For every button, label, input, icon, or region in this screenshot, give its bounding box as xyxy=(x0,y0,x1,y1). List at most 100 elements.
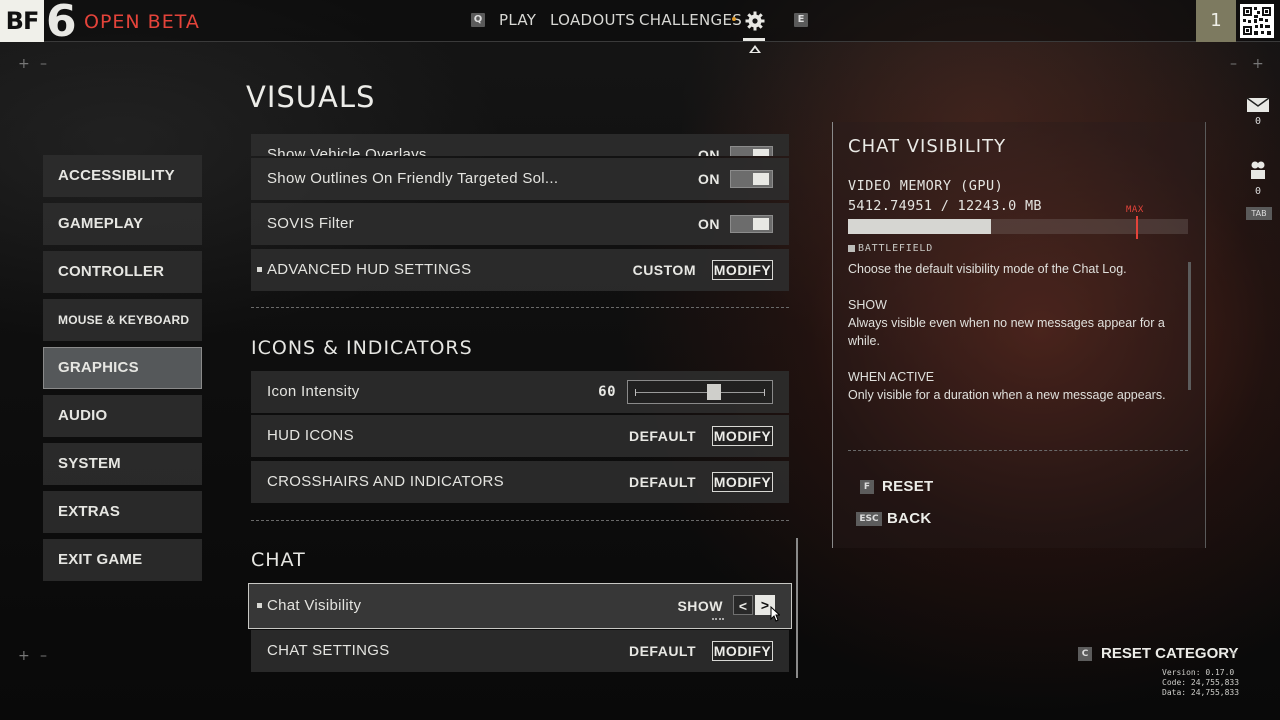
key-hint-tab: TAB xyxy=(1246,207,1272,220)
key-hint-q: Q xyxy=(471,13,485,27)
info-divider xyxy=(848,450,1188,451)
page-title: VISUALS xyxy=(246,80,376,114)
mail-icon[interactable] xyxy=(1246,97,1270,118)
sidebar-item-gameplay[interactable]: GAMEPLAY xyxy=(43,203,202,245)
option-pager-dots xyxy=(712,618,724,620)
toggle-switch[interactable] xyxy=(730,170,773,188)
squad-icon[interactable] xyxy=(1248,160,1268,187)
open-beta-label: OPEN BETA xyxy=(84,11,200,33)
setting-label: CHAT SETTINGS xyxy=(267,642,390,659)
code-text: Code: 24,755,833 xyxy=(1162,678,1240,687)
info-description: Choose the default visibility mode of th… xyxy=(848,262,1127,276)
sidebar-item-label: ACCESSIBILITY xyxy=(58,167,175,184)
setting-label: Show Outlines On Friendly Targeted Sol..… xyxy=(267,170,559,187)
setting-label: CROSSHAIRS AND INDICATORS xyxy=(267,473,504,490)
slider-handle[interactable] xyxy=(707,384,721,400)
memory-max-marker xyxy=(1136,216,1138,239)
info-scrollbar[interactable] xyxy=(1188,262,1191,390)
nav-challenges[interactable]: CHALLENGES xyxy=(639,11,742,29)
video-memory-label: VIDEO MEMORY (GPU) xyxy=(848,178,1004,194)
back-button[interactable]: BACK xyxy=(887,510,932,527)
corner-minus-br: – xyxy=(1230,645,1237,661)
setting-row-sovis-filter[interactable]: SOVIS Filter ON xyxy=(251,203,789,245)
sidebar-item-label: CONTROLLER xyxy=(58,263,165,280)
mouse-cursor-icon xyxy=(770,605,781,627)
date-text: Data: 24,755,833 xyxy=(1162,688,1240,697)
modify-button[interactable]: MODIFY xyxy=(712,260,773,280)
corner-plus-bl: + xyxy=(18,648,30,664)
info-active-text: Only visible for a duration when a new m… xyxy=(848,388,1166,402)
setting-value: DEFAULT xyxy=(628,643,696,659)
reset-category-button[interactable]: RESET CATEGORY xyxy=(1101,645,1239,662)
nav-play[interactable]: PLAY xyxy=(499,11,536,29)
video-memory-value: 5412.74951 / 12243.0 MB xyxy=(848,198,1042,214)
gear-icon[interactable] xyxy=(745,11,765,31)
info-title: CHAT VISIBILITY xyxy=(848,136,1007,157)
sidebar-item-label: MOUSE & KEYBOARD xyxy=(58,313,190,327)
setting-row-advanced-hud[interactable]: ADVANCED HUD SETTINGS CUSTOM MODIFY xyxy=(251,249,789,291)
brand-label: BATTLEFIELD xyxy=(858,243,934,254)
setting-label: Chat Visibility xyxy=(267,597,362,614)
setting-row-vehicle-overlays[interactable]: Show Vehicle Overlays ON xyxy=(251,134,789,156)
sidebar-item-label: GRAPHICS xyxy=(58,359,139,376)
mail-count: 0 xyxy=(1254,116,1262,127)
info-active-heading: WHEN ACTIVE xyxy=(848,370,935,384)
setting-row-hud-icons[interactable]: HUD ICONS DEFAULT MODIFY xyxy=(251,415,789,457)
setting-row-chat-settings[interactable]: CHAT SETTINGS DEFAULT MODIFY xyxy=(251,630,789,672)
setting-row-crosshairs[interactable]: CROSSHAIRS AND INDICATORS DEFAULT MODIFY xyxy=(251,461,789,503)
squad-count: 0 xyxy=(1254,186,1262,197)
sidebar-item-label: SYSTEM xyxy=(58,455,121,472)
key-hint-esc: ESC xyxy=(856,512,882,526)
setting-label: ADVANCED HUD SETTINGS xyxy=(267,261,472,278)
corner-plus-tr: + xyxy=(1252,56,1264,72)
toggle-switch[interactable] xyxy=(730,146,773,156)
game-logo: BF xyxy=(0,0,44,42)
key-hint-f: F xyxy=(860,480,874,494)
modify-button[interactable]: MODIFY xyxy=(712,472,773,492)
setting-row-icon-intensity[interactable]: Icon Intensity 60 xyxy=(251,371,789,413)
setting-value: ON xyxy=(698,216,720,232)
sidebar-item-audio[interactable]: AUDIO xyxy=(43,395,202,437)
version-text: Version: 0.17.0 xyxy=(1162,668,1235,677)
active-tab-indicator xyxy=(743,38,765,41)
setting-value: 60 xyxy=(598,384,616,400)
corner-minus-tl: – xyxy=(40,56,47,72)
slider-max-tick xyxy=(764,389,765,396)
chevron-left-icon[interactable]: < xyxy=(733,595,753,615)
setting-value: DEFAULT xyxy=(628,474,696,490)
info-show-heading: SHOW xyxy=(848,298,887,312)
setting-label: HUD ICONS xyxy=(267,427,354,444)
sidebar-item-label: GAMEPLAY xyxy=(58,215,144,232)
bullet-icon xyxy=(257,603,262,608)
corner-plus-tl: + xyxy=(18,56,30,72)
setting-row-outlines[interactable]: Show Outlines On Friendly Targeted Sol..… xyxy=(251,158,789,200)
section-heading-chat: CHAT xyxy=(251,549,306,571)
modify-button[interactable]: MODIFY xyxy=(712,426,773,446)
game-logo-number: 6 xyxy=(46,0,77,47)
sidebar-item-accessibility[interactable]: ACCESSIBILITY xyxy=(43,155,202,197)
sidebar-item-extras[interactable]: EXTRAS xyxy=(43,491,202,533)
icon-intensity-slider[interactable] xyxy=(627,380,773,404)
setting-value: ON xyxy=(698,171,720,187)
video-memory-fill xyxy=(848,219,991,234)
settings-scrollbar[interactable] xyxy=(796,538,798,678)
modify-button[interactable]: MODIFY xyxy=(712,641,773,661)
setting-value: CUSTOM xyxy=(632,262,696,278)
sidebar-item-exit-game[interactable]: EXIT GAME xyxy=(43,539,202,581)
reset-button[interactable]: RESET xyxy=(882,478,934,495)
brand-square-icon xyxy=(848,245,855,252)
settings-row-clip: Show Vehicle Overlays ON xyxy=(251,134,789,156)
setting-row-chat-visibility[interactable]: Chat Visibility SHOW < > xyxy=(248,583,792,629)
setting-value: DEFAULT xyxy=(628,428,696,444)
nav-loadouts[interactable]: LOADOUTS xyxy=(550,11,635,29)
memory-max-label: MAX xyxy=(1126,205,1144,215)
sidebar-item-system[interactable]: SYSTEM xyxy=(43,443,202,485)
qr-code-icon[interactable] xyxy=(1240,4,1274,38)
sidebar-item-mouse-keyboard[interactable]: MOUSE & KEYBOARD xyxy=(43,299,202,341)
sidebar-item-graphics[interactable]: GRAPHICS xyxy=(43,347,202,389)
section-divider xyxy=(251,307,789,308)
info-show-text: Always visible even when no new messages… xyxy=(848,316,1165,348)
toggle-switch[interactable] xyxy=(730,215,773,233)
player-level-badge[interactable]: 1 xyxy=(1196,0,1236,42)
sidebar-item-controller[interactable]: CONTROLLER xyxy=(43,251,202,293)
